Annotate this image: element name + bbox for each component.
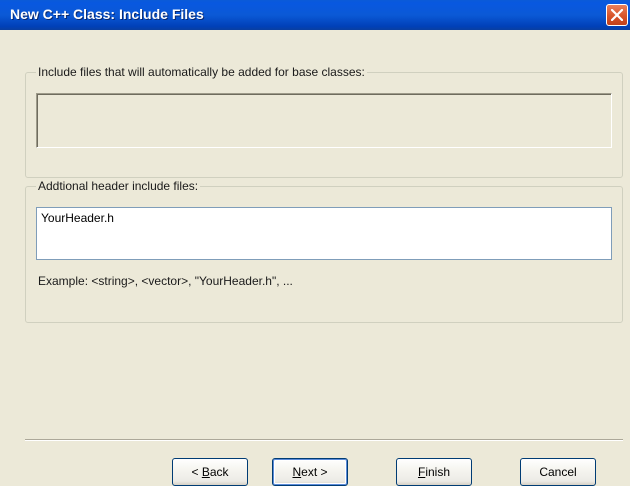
close-button[interactable] [606,4,628,26]
additional-includes-group: Addtional header include files: YourHead… [25,179,623,323]
title-bar[interactable]: New C++ Class: Include Files [0,0,630,30]
button-separator [25,439,623,441]
close-icon [611,9,623,21]
back-button[interactable]: < Back [172,458,248,486]
window-title: New C++ Class: Include Files [10,6,204,22]
cancel-button[interactable]: Cancel [520,458,596,486]
additional-includes-legend: Addtional header include files: [36,179,201,193]
next-button[interactable]: Next > [272,458,348,486]
example-hint: Example: <string>, <vector>, "YourHeader… [38,274,293,288]
additional-includes-input[interactable]: YourHeader.h [36,207,612,260]
base-class-includes-group: Include files that will automatically be… [25,65,623,178]
base-class-includes-legend: Include files that will automatically be… [36,65,367,79]
finish-button[interactable]: Finish [396,458,472,486]
dialog-body: Include files that will automatically be… [0,30,630,486]
base-class-includes-box [36,93,612,148]
